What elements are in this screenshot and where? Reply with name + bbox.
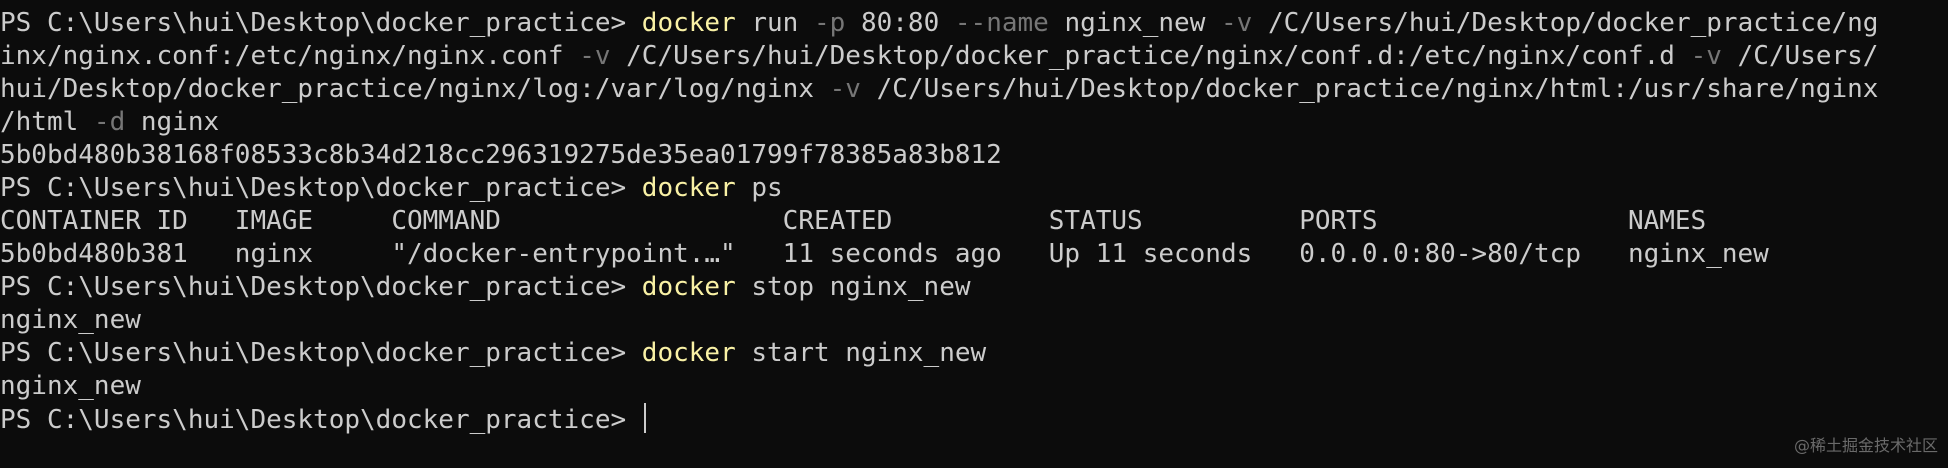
command-keyword: docker	[641, 8, 736, 38]
command-text: /C/Users/hui/Desktop/docker_practice/ngi…	[610, 41, 1691, 71]
command-text: stop nginx_new	[735, 272, 971, 302]
command-flag: -v	[579, 41, 611, 71]
command-flag: -v	[1221, 8, 1253, 38]
ps-table-header: CONTAINER ID IMAGE COMMAND CREATED STATU…	[0, 206, 1707, 236]
terminal-line-run-4: /html -d nginx	[0, 106, 1948, 139]
command-flag: -v	[829, 74, 861, 104]
prompt: PS C:\Users\hui\Desktop\docker_practice>	[0, 272, 642, 302]
terminal-line-start: PS C:\Users\hui\Desktop\docker_practice>…	[0, 337, 1948, 370]
command-text: nginx	[125, 107, 220, 137]
prompt: PS C:\Users\hui\Desktop\docker_practice>	[0, 405, 642, 435]
ps-table-row: 5b0bd480b381 nginx "/docker-entrypoint.……	[0, 239, 1769, 269]
text-cursor[interactable]	[643, 403, 646, 433]
prompt: PS C:\Users\hui\Desktop\docker_practice>	[0, 338, 642, 368]
command-flag: -v	[1690, 41, 1722, 71]
prompt: PS C:\Users\hui\Desktop\docker_practice>	[0, 8, 642, 38]
container-hash-output: 5b0bd480b38168f08533c8b34d218cc296319275…	[0, 140, 1002, 170]
terminal-line-run-2: inx/nginx.conf:/etc/nginx/nginx.conf -v …	[0, 40, 1948, 73]
command-keyword: docker	[641, 338, 736, 368]
terminal-line-ps: PS C:\Users\hui\Desktop\docker_practice>…	[0, 172, 1948, 205]
command-text: /html	[0, 107, 94, 137]
command-text: run	[735, 8, 814, 38]
command-flag: --name	[954, 8, 1049, 38]
command-flag: -p	[814, 8, 846, 38]
command-text: 80:80	[845, 8, 955, 38]
command-text: start nginx_new	[735, 338, 987, 368]
command-keyword: docker	[641, 173, 736, 203]
terminal-window[interactable]: PS C:\Users\hui\Desktop\docker_practice>…	[0, 0, 1948, 468]
terminal-line-run-3: hui/Desktop/docker_practice/nginx/log:/v…	[0, 73, 1948, 106]
watermark: @稀土掘金技术社区	[1793, 436, 1938, 455]
stop-output: nginx_new	[0, 305, 141, 335]
prompt: PS C:\Users\hui\Desktop\docker_practice>	[0, 173, 642, 203]
command-keyword: docker	[641, 272, 736, 302]
command-text: /C/Users/hui/Desktop/docker_practice/ngi…	[860, 74, 1879, 104]
terminal-line-current[interactable]: PS C:\Users\hui\Desktop\docker_practice>	[0, 403, 1948, 436]
start-output: nginx_new	[0, 371, 141, 401]
command-text: /C/Users/	[1721, 41, 1879, 71]
command-text: ps	[735, 173, 783, 203]
command-text: inx/nginx.conf:/etc/nginx/nginx.conf	[0, 41, 580, 71]
command-flag: -d	[93, 107, 126, 137]
terminal-line-stop: PS C:\Users\hui\Desktop\docker_practice>…	[0, 271, 1948, 304]
terminal-line-run-1: PS C:\Users\hui\Desktop\docker_practice>…	[0, 7, 1948, 40]
command-text: /C/Users/hui/Desktop/docker_practice/ng	[1252, 8, 1879, 38]
command-text: nginx_new	[1048, 8, 1221, 38]
command-text: hui/Desktop/docker_practice/nginx/log:/v…	[0, 74, 830, 104]
